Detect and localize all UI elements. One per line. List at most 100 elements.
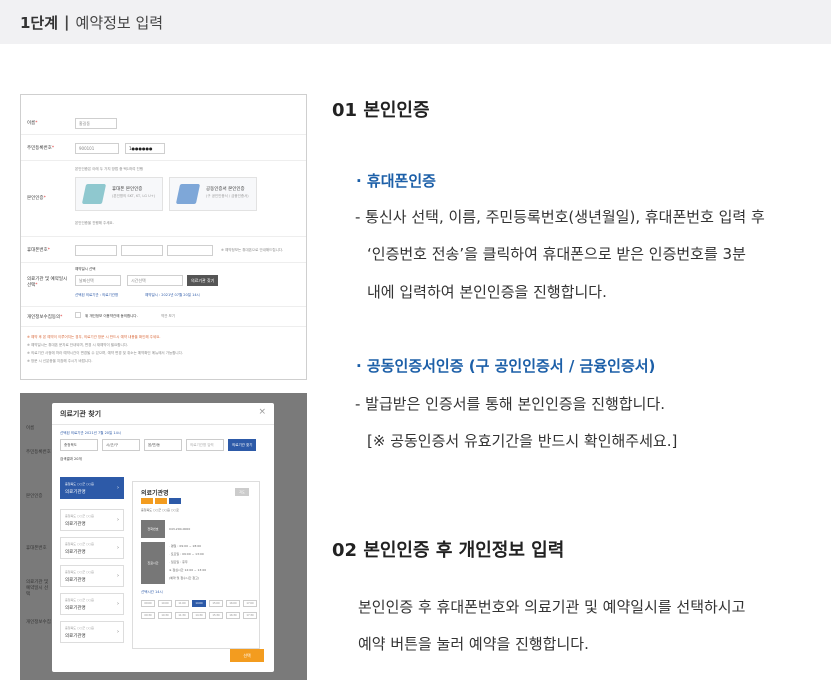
form-row-privacy: 개인정보수집동의* 위 개인정보 이용약관에 동의합니다. 약관 보기 <box>21 307 306 327</box>
list-item: 충청북도 ○○군 ○○읍 의료기관명 › <box>60 593 124 615</box>
note-3: ※ 의료기관 사정에 따라 예약시간이 변경될 수 있으며, 예약 변경 및 취… <box>27 351 183 355</box>
auth-label: 본인인증 <box>27 196 44 201</box>
phone-auth-line-3: 내에 입력하여 본인인증을 진행합니다. <box>367 283 607 301</box>
phone-note: ※ 예약정보는 휴대폰으로 안내해드립니다. <box>221 248 284 252</box>
modal-title: 의료기관 찾기 <box>60 410 102 418</box>
result-count: 검색결과 20개 <box>60 457 82 461</box>
bg-label-3: 휴대폰번호 <box>26 546 47 551</box>
auth-hint: 본인인증은 아래 두 가지 방법 중 택1하여 진행 <box>75 167 143 171</box>
auth-note: 본인인증을 진행해 주세요. <box>75 221 114 225</box>
detail-hours-label: 진료시간 <box>141 542 165 584</box>
time-slot: 11:30 <box>175 612 189 619</box>
phone-auth-sub: (본인명의 SKT, KT, LG U+) <box>112 194 155 198</box>
detail-tel: 043-200-0000 <box>169 527 191 531</box>
phone-auth-title: 휴대폰 본인인증 <box>112 187 143 192</box>
phone-label: 휴대폰번호 <box>27 248 48 253</box>
list-item: 충청북도 ○○군 ○○읍 의료기관명 › <box>60 537 124 559</box>
note-4: ※ 방문 시 신분증을 지참해 주시기 바랍니다. <box>27 359 93 363</box>
bg-label-5: 개인정보수집 <box>26 620 51 625</box>
phone-auth-card: 휴대폰 본인인증 (본인명의 SKT, KT, LG U+) <box>75 177 163 211</box>
bg-label-0: 이름 <box>26 426 35 431</box>
form-row-auth: 본인인증* 본인인증은 아래 두 가지 방법 중 택1하여 진행 휴대폰 본인인… <box>21 161 306 237</box>
cert-auth-line-1: - 발급받은 인증서를 통해 본인인증을 진행합니다. <box>355 395 666 413</box>
note-2: ※ 예약일시는 휴대폰 문자로 안내되며, 변경 시 재예약이 필요합니다. <box>27 343 128 347</box>
rrn-back-input: 1●●●●●● <box>125 143 165 154</box>
form-row-rrn: 주민등록번호* 900101 1●●●●●● <box>21 135 306 161</box>
step-header: 1단계 | 예약정보 입력 <box>0 0 831 44</box>
time-slot: 17:30 <box>243 612 257 619</box>
privacy-text: 위 개인정보 이용약관에 동의합니다. <box>85 314 138 318</box>
detail-tel-label: 전화번호 <box>141 520 165 538</box>
time-select: 시간선택 <box>127 275 183 286</box>
bg-label-2: 본인인증 <box>26 494 43 499</box>
time-slot: 09:00 <box>141 600 155 607</box>
privacy-link: 약관 보기 <box>161 314 175 318</box>
chevron-right-icon: › <box>117 517 119 523</box>
tag-orange <box>155 498 167 504</box>
cert-auth-title: 공동인증서 본인인증 <box>206 187 245 192</box>
warning-note: ※ 예약 후 본 예약이 이루어지는 경우, 의료기관 방문 시 반드시 예약 … <box>27 335 161 339</box>
list-item: 충청북도 ○○군 ○○읍 의료기관명 › <box>60 621 124 643</box>
time-slot: 15:30 <box>209 612 223 619</box>
section2-title: 02 본인인증 후 개인정보 입력 <box>332 540 565 561</box>
bg-label-4: 의료기관 및 예약일시 선택 <box>26 580 49 597</box>
city-select: 시/군/구 <box>102 439 140 451</box>
form-row-hospital: 의료기관 및 예약일시 선택* 예약일시 선택 날짜선택 시간선택 의료기관 찾… <box>21 263 306 307</box>
detail-addr: 충청북도 ○○군 ○○읍 ○○로 <box>141 508 179 512</box>
form-screenshot: 이름* 홍길동 주민등록번호* 900101 1●●●●●● 본인인증* 본인인… <box>20 94 307 380</box>
bullet-phone-auth-text: 휴대폰인증 <box>366 172 436 190</box>
bullet-cert-auth: · 공동인증서인증 (구 공인인증서 / 금융인증서) <box>356 357 656 375</box>
list-item: 충청북도 ○○군 ○○읍 의료기관명 › <box>60 477 124 499</box>
section2-line-1: 본인인증 후 휴대폰번호와 의료기관 및 예약일시를 선택하시고 <box>358 598 746 616</box>
hospital-label: 의료기관 및 예약일시 선택 <box>27 277 68 288</box>
chevron-right-icon: › <box>117 629 119 635</box>
phone-auth-icon <box>81 184 107 204</box>
selected-date: 예약일시 : 2021년 07월 20일 14시 <box>145 293 200 297</box>
hospital-detail-panel: 의료기관명 지도 충청북도 ○○군 ○○읍 ○○로 전화번호 043-200-0… <box>132 481 260 649</box>
detail-name: 의료기관명 <box>141 490 169 497</box>
hospital-search-button: 의료기관 찾기 <box>228 439 257 451</box>
hospital-search-input: 의료기관명 입력 <box>186 439 224 451</box>
phone-input-1 <box>75 245 117 256</box>
time-slot: 16:00 <box>226 600 240 607</box>
time-slot: 10:00 <box>158 600 172 607</box>
time-slot: 16:30 <box>226 612 240 619</box>
confirm-button: 선택 <box>230 649 264 662</box>
tag-orange <box>141 498 153 504</box>
time-slot: 15:00 <box>209 600 223 607</box>
chevron-right-icon: › <box>117 545 119 551</box>
section2-line-2: 예약 버튼을 눌러 예약을 진행합니다. <box>358 635 589 653</box>
chevron-right-icon: › <box>117 573 119 579</box>
phone-input-2 <box>121 245 163 256</box>
close-icon: × <box>258 407 266 417</box>
cert-auth-line-2: [※ 공동인증서 유효기간을 반드시 확인해주세요.] <box>367 432 678 450</box>
phone-auth-line-2: ‘인증번호 전송’을 클릭하여 휴대폰으로 받은 인증번호를 3분 <box>367 245 746 263</box>
rrn-label: 주민등록번호 <box>27 146 52 151</box>
time-label: 선택시간 14시 <box>141 590 163 594</box>
time-slot: 17:00 <box>243 600 257 607</box>
bullet-phone-auth: · 휴대폰인증 <box>356 172 436 190</box>
time-slot: 10:30 <box>158 612 172 619</box>
map-button: 지도 <box>235 488 249 496</box>
date-label: 예약일시 선택 <box>75 267 96 271</box>
cert-auth-sub: (구 공인인증서 / 금융인증서) <box>206 194 249 198</box>
district-select: 읍/면/동 <box>144 439 182 451</box>
list-item: 충청북도 ○○군 ○○읍 의료기관명 › <box>60 565 124 587</box>
step-title: 예약정보 입력 <box>75 13 164 32</box>
modal-selected-note: 선택된 의료기관 2021년 7월 20일 14시 <box>60 431 122 435</box>
form-row-phone: 휴대폰번호* ※ 예약정보는 휴대폰으로 안내해드립니다. <box>21 237 306 263</box>
rrn-front-input: 900101 <box>75 143 119 154</box>
bg-label-1: 주민등록번호 <box>26 450 51 455</box>
chevron-right-icon: › <box>117 601 119 607</box>
privacy-checkbox <box>75 312 81 318</box>
step-separator: | <box>64 13 70 31</box>
list-item: 충청북도 ○○군 ○○읍 의료기관명 › <box>60 509 124 531</box>
form-row-name: 이름* 홍길동 <box>21 111 306 135</box>
find-hospital-button: 의료기관 찾기 <box>187 275 219 286</box>
time-slot: 09:30 <box>141 612 155 619</box>
modal-header: 의료기관 찾기 × <box>52 403 274 425</box>
time-slot: 11:00 <box>175 600 189 607</box>
name-input: 홍길동 <box>75 118 117 129</box>
province-select: 충청북도 <box>60 439 98 451</box>
cert-auth-icon <box>175 184 201 204</box>
